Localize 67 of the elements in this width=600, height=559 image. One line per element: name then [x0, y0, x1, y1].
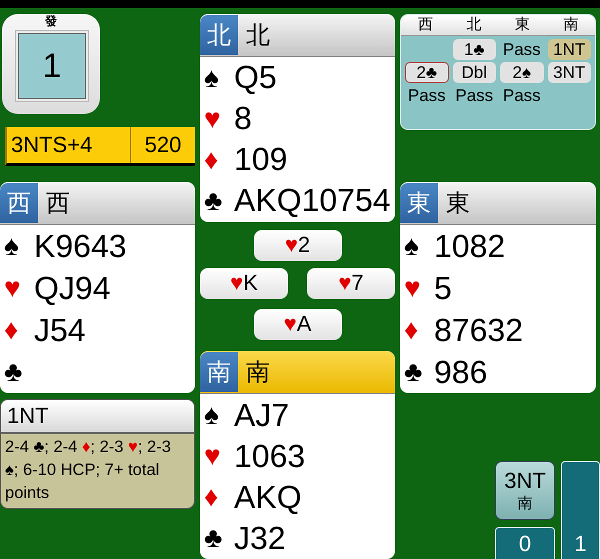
auction-call[interactable]: Pass: [500, 85, 544, 106]
player-name: 北: [246, 21, 270, 51]
suit-symbol: ♠: [4, 230, 20, 262]
played-card: ♥2: [254, 230, 342, 261]
contract-result: 3NTS+4: [7, 127, 131, 163]
auction-call[interactable]: Pass: [452, 85, 496, 106]
auction-seat: 西: [401, 15, 450, 35]
suit-symbol: ♣: [204, 184, 224, 217]
suit-symbol: ♠: [404, 230, 420, 262]
card-ranks[interactable]: 87632: [434, 312, 523, 348]
trick-count: 1: [561, 461, 600, 559]
seat-badge: 南: [200, 352, 238, 392]
auction-call[interactable]: 1♣: [452, 39, 496, 60]
auction-seat: 南: [546, 15, 595, 35]
played-card: ♥7: [307, 268, 395, 299]
suit-symbol: ♥: [204, 102, 222, 135]
explained-bid: 1NT: [1, 400, 194, 434]
suit-symbol: ♥: [4, 272, 22, 304]
suit-symbol: ♠: [204, 399, 220, 432]
card-ranks[interactable]: AJ7: [234, 396, 290, 434]
seat-badge: 東: [400, 183, 438, 223]
card-ranks[interactable]: J32: [234, 520, 286, 557]
auction-call[interactable]: 3NT: [548, 62, 591, 83]
board-number: 1: [42, 46, 62, 86]
seat-badge: 西: [0, 183, 38, 223]
card-ranks[interactable]: 1063: [234, 438, 306, 475]
suit-symbol: ♦: [4, 314, 20, 346]
auction-call[interactable]: 2♠: [500, 62, 544, 83]
auction-seat: 北: [450, 15, 498, 35]
suit-symbol: ♦: [204, 144, 220, 176]
badge-declarer: 南: [518, 494, 532, 513]
suit-symbol: ♠: [204, 62, 220, 94]
card-ranks[interactable]: 986: [434, 354, 488, 390]
auction-call[interactable]: Pass: [500, 39, 544, 60]
suit-symbol: ♦: [204, 481, 220, 514]
suit-symbol: ♥: [204, 440, 222, 472]
card-ranks[interactable]: J54: [34, 312, 86, 348]
score: 520: [144, 131, 182, 159]
card-ranks[interactable]: 8: [234, 100, 252, 138]
card-ranks[interactable]: 1082: [434, 228, 506, 264]
card-ranks[interactable]: QJ94: [34, 270, 110, 306]
suit-symbol: ♥: [404, 272, 422, 304]
played-card: ♥A: [254, 308, 342, 340]
suit-symbol: ♣: [404, 356, 424, 388]
card-ranks[interactable]: Q5: [234, 59, 277, 96]
bid-meaning: 2-4 ♣; 2-4 ♦; 2-3 ♥; 2-3 ♠; 6-10 HCP; 7+ total points: [4, 437, 172, 504]
seat-badge: 北: [200, 15, 238, 55]
trick-count: 0: [495, 527, 555, 559]
card-ranks[interactable]: AKQ: [234, 478, 302, 516]
auction-call[interactable]: Dbl: [452, 62, 496, 83]
player-name: 西: [46, 189, 70, 219]
suit-symbol: ♣: [204, 522, 224, 554]
played-card: ♥K: [200, 268, 288, 299]
dealer-label: 發: [44, 14, 58, 28]
card-ranks[interactable]: 109: [234, 141, 288, 178]
auction-call[interactable]: 1NT: [548, 39, 591, 60]
card-ranks[interactable]: 5: [434, 270, 452, 306]
suit-symbol: ♦: [404, 314, 420, 346]
auction-call[interactable]: Pass: [405, 85, 448, 106]
suit-symbol: ♣: [4, 356, 24, 388]
auction-call[interactable]: 2♣: [405, 62, 448, 83]
card-ranks[interactable]: K9643: [34, 228, 127, 264]
card-ranks[interactable]: AKQ10754: [234, 182, 391, 220]
player-name: 南: [246, 358, 270, 388]
player-name: 東: [446, 189, 470, 219]
badge-contract: 3NT: [504, 468, 546, 494]
auction-seat: 東: [498, 15, 546, 35]
